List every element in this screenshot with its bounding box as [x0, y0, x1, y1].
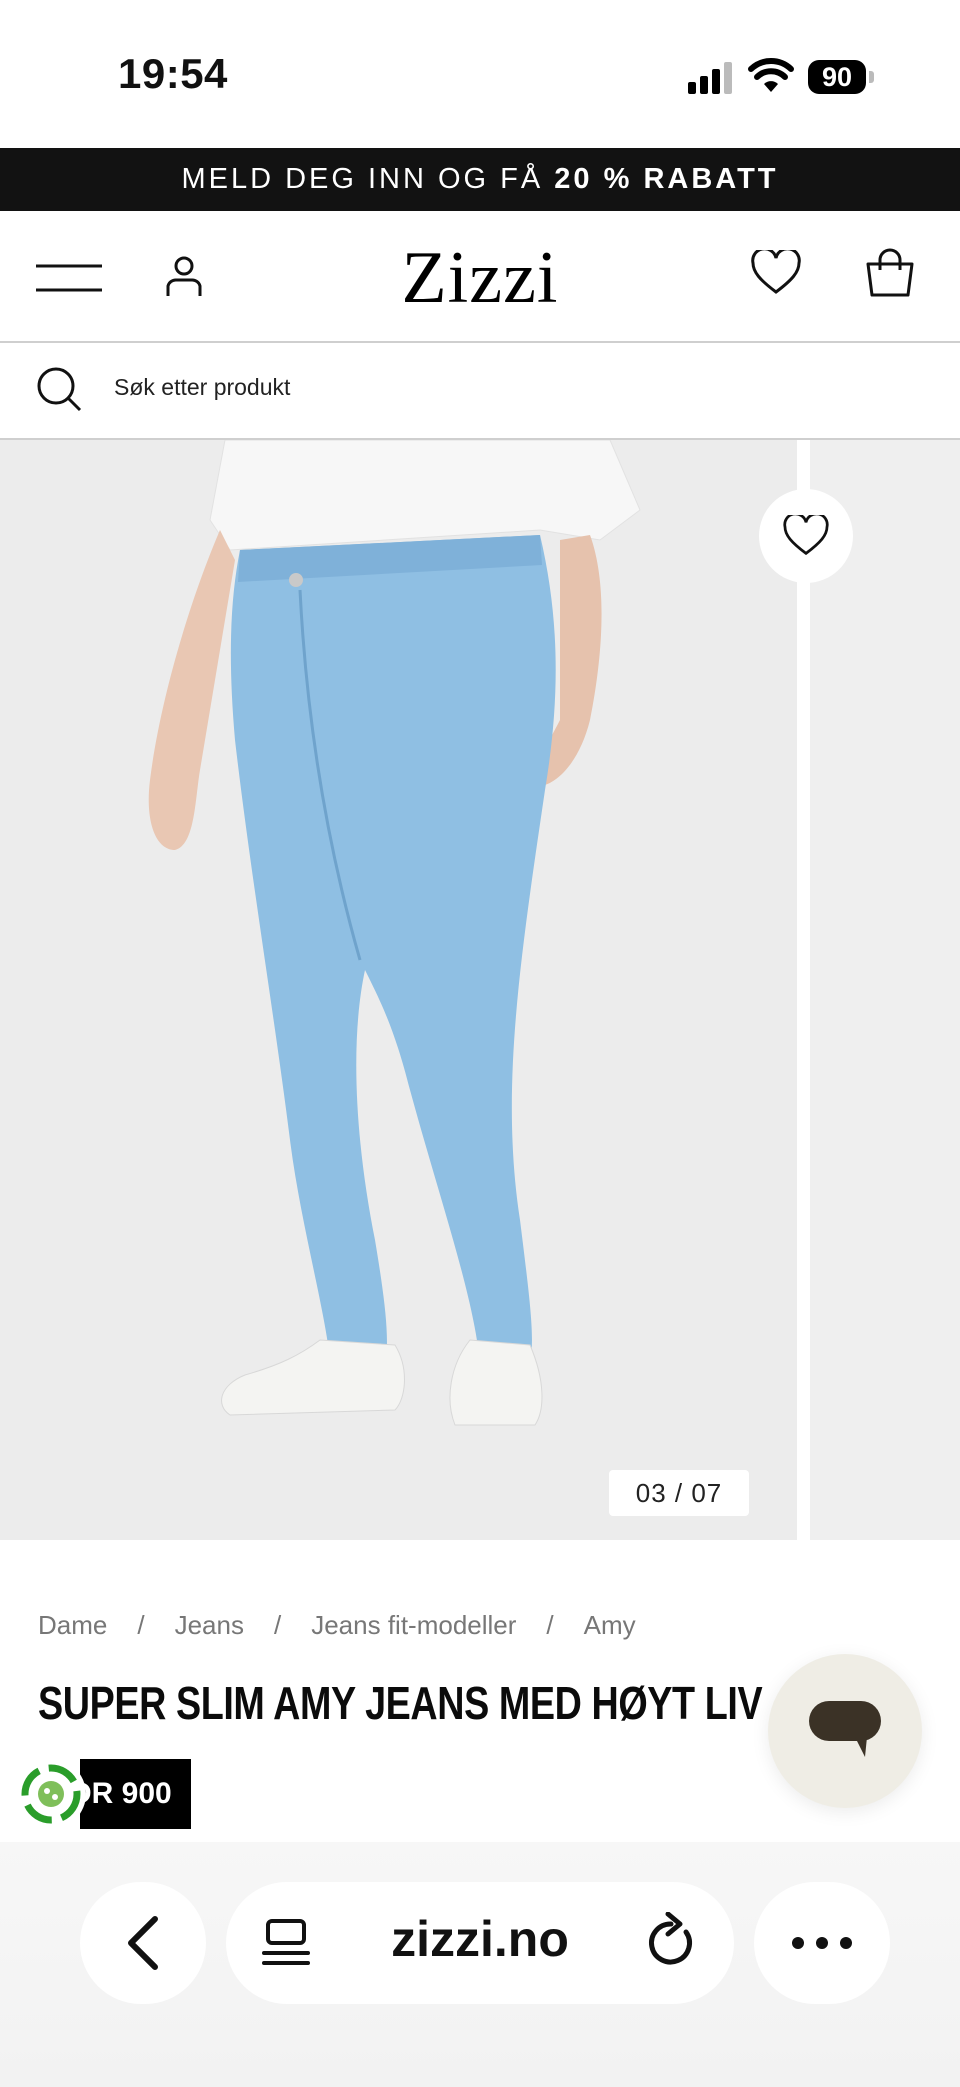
heart-icon[interactable]	[750, 250, 802, 296]
search-icon[interactable]	[36, 366, 82, 412]
eco-badge[interactable]	[16, 1759, 86, 1829]
price-value: DR 900	[80, 1777, 172, 1810]
product-title: SUPER SLIM AMY JEANS MED HØYT LIV	[38, 1677, 763, 1729]
battery-nub	[869, 71, 874, 83]
favorite-button[interactable]	[759, 489, 853, 583]
search-input[interactable]: Søk etter produkt	[114, 374, 290, 401]
promo-text: MELD DEG INN OG FÅ	[181, 163, 555, 195]
back-button[interactable]	[80, 1882, 206, 2004]
chat-bubble-icon	[809, 1701, 881, 1757]
more-button[interactable]	[754, 1882, 890, 2004]
breadcrumb-item-jeans[interactable]: Jeans	[175, 1610, 244, 1641]
breadcrumb-item-amy[interactable]: Amy	[584, 1610, 636, 1641]
user-icon[interactable]	[164, 254, 204, 298]
product-image[interactable]	[0, 440, 797, 1540]
more-dots-icon	[792, 1937, 852, 1949]
chevron-left-icon	[128, 1916, 158, 1970]
wifi-icon	[748, 58, 794, 92]
reload-icon[interactable]	[646, 1912, 696, 1968]
breadcrumb-separator: /	[273, 1610, 282, 1640]
url-text[interactable]: zizzi.no	[300, 1910, 660, 1968]
battery-indicator: 90	[808, 60, 866, 94]
signal-icon	[688, 62, 732, 94]
promo-banner[interactable]: MELD DEG INN OG FÅ 20 % RABATT	[0, 148, 960, 211]
heart-icon	[783, 515, 829, 556]
price-tag: DR 900	[80, 1759, 191, 1829]
image-counter: 03 / 07	[609, 1470, 749, 1516]
breadcrumb-separator: /	[137, 1610, 145, 1640]
brand-logo[interactable]: Zizzi	[330, 236, 630, 321]
breadcrumb-item-dame[interactable]: Dame	[38, 1610, 107, 1641]
chat-button[interactable]	[768, 1654, 922, 1808]
breadcrumb-item-fit-models[interactable]: Jeans fit-modeller	[311, 1610, 516, 1641]
jeans-illustration	[148, 440, 641, 1426]
shopping-bag-icon[interactable]	[864, 248, 916, 298]
promo-discount: 20 % RABATT	[554, 163, 779, 195]
eco-badge-icon	[21, 1764, 81, 1824]
status-time: 19:54	[118, 50, 228, 97]
next-image-preview[interactable]	[810, 440, 960, 1540]
breadcrumb: Dame / Jeans / Jeans fit-modeller / Amy	[38, 1610, 636, 1641]
breadcrumb-separator: /	[546, 1610, 554, 1640]
menu-icon[interactable]	[36, 262, 102, 294]
